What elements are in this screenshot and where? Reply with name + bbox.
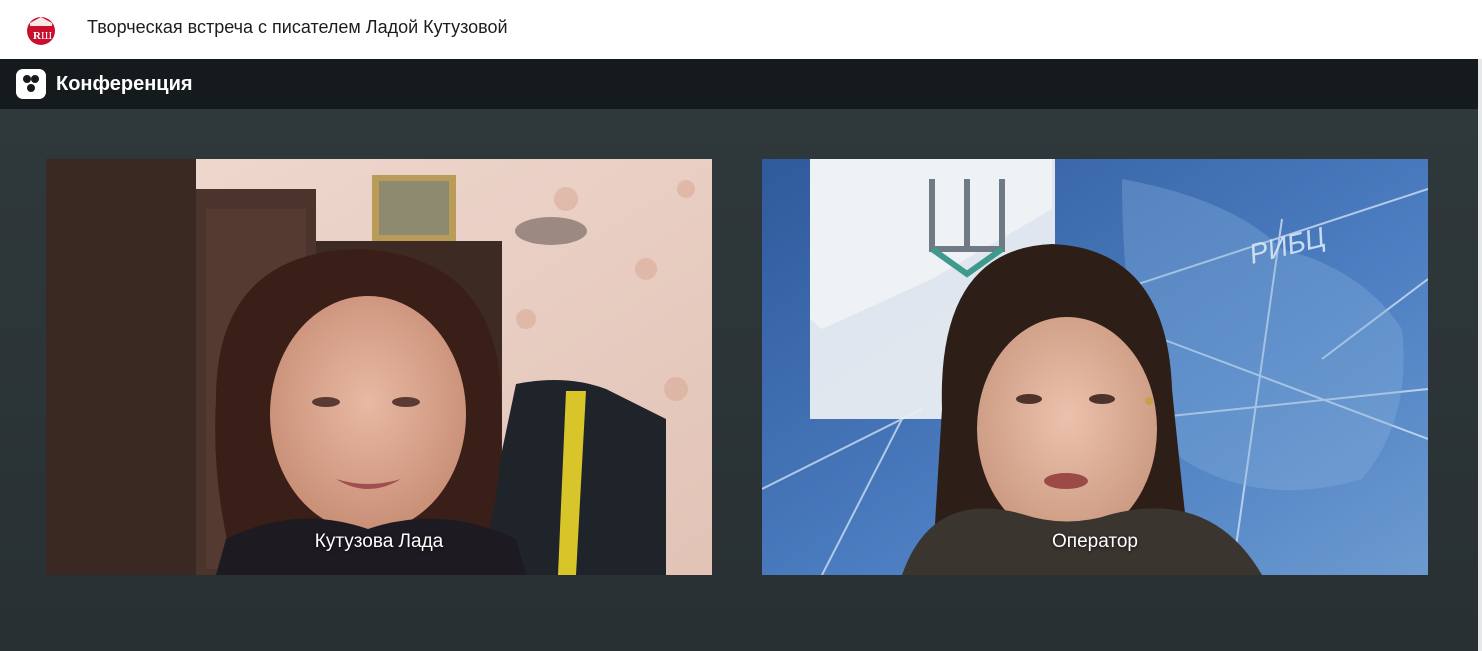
site-header: R Ш Творческая встреча с писателем Ладой… [0, 0, 1482, 59]
participant-1-name: Кутузова Лада [314, 531, 444, 552]
video-tile-participant-1[interactable]: Кутузова Лада [46, 159, 712, 575]
conference-icon [16, 69, 46, 99]
site-logo-icon[interactable]: R Ш [24, 14, 58, 46]
window-edge [1478, 59, 1482, 651]
svg-text:Ш: Ш [41, 30, 52, 42]
video-tile-participant-2[interactable]: РИБЦ Оператор [762, 159, 1428, 575]
conference-title: Конференция [56, 73, 193, 95]
participant-1-video [46, 159, 712, 575]
conference-bar [0, 59, 1482, 109]
participant-2-name: Оператор [1052, 531, 1138, 552]
participant-2-video: РИБЦ [762, 159, 1428, 575]
event-title: Творческая встреча с писателем Ладой Кут… [87, 17, 508, 37]
